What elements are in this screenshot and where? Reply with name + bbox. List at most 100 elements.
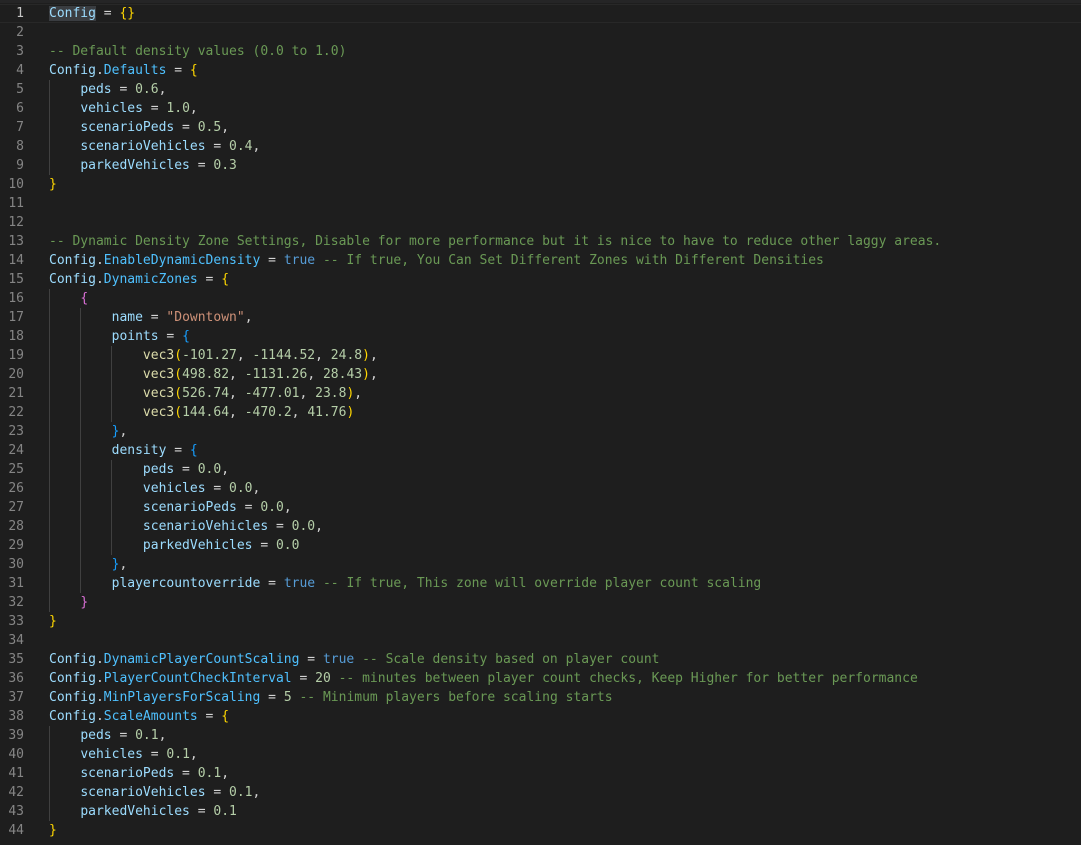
- code-line[interactable]: 17 name = "Downtown",: [0, 308, 1081, 327]
- code-line[interactable]: 1 Config = {}: [0, 4, 1081, 23]
- code-line[interactable]: 19 vec3(-101.27, -1144.52, 24.8),: [0, 346, 1081, 365]
- code-text: peds = 0.6,: [80, 82, 167, 97]
- line-number[interactable]: 2: [0, 23, 24, 42]
- code-line[interactable]: 5 peds = 0.6,: [0, 80, 1081, 99]
- line-number[interactable]: 17: [0, 308, 24, 327]
- code-line[interactable]: 27 scenarioPeds = 0.0,: [0, 498, 1081, 517]
- line-number[interactable]: 21: [0, 384, 24, 403]
- line-number[interactable]: 13: [0, 232, 24, 251]
- code-line[interactable]: 21 vec3(526.74, -477.01, 23.8),: [0, 384, 1081, 403]
- code-line[interactable]: 2: [0, 23, 1081, 42]
- code-line[interactable]: 25 peds = 0.0,: [0, 460, 1081, 479]
- code-line[interactable]: 39 peds = 0.1,: [0, 726, 1081, 745]
- line-number[interactable]: 20: [0, 365, 24, 384]
- line-number[interactable]: 38: [0, 707, 24, 726]
- code-line[interactable]: 29 parkedVehicles = 0.0: [0, 536, 1081, 555]
- code-line[interactable]: 13 -- Dynamic Density Zone Settings, Disa…: [0, 232, 1081, 251]
- line-number[interactable]: 36: [0, 669, 24, 688]
- code-line[interactable]: 32 }: [0, 593, 1081, 612]
- code-line[interactable]: 44}: [0, 821, 1081, 840]
- code-line[interactable]: 23 },: [0, 422, 1081, 441]
- code-text: Config.EnableDynamicDensity = true -- If…: [49, 253, 824, 268]
- line-number[interactable]: 33: [0, 612, 24, 631]
- line-number[interactable]: 19: [0, 346, 24, 365]
- line-number[interactable]: 39: [0, 726, 24, 745]
- line-number[interactable]: 18: [0, 327, 24, 346]
- line-number[interactable]: 27: [0, 498, 24, 517]
- line-number[interactable]: 30: [0, 555, 24, 574]
- line-number[interactable]: 37: [0, 688, 24, 707]
- line-number[interactable]: 41: [0, 764, 24, 783]
- code-line[interactable]: 7 scenarioPeds = 0.5,: [0, 118, 1081, 137]
- code-text: scenarioPeds = 0.1,: [80, 766, 230, 781]
- line-number[interactable]: 16: [0, 289, 24, 308]
- code-text: points = {: [111, 329, 190, 344]
- line-number[interactable]: 25: [0, 460, 24, 479]
- code-line[interactable]: 28 scenarioVehicles = 0.0,: [0, 517, 1081, 536]
- line-number[interactable]: 11: [0, 194, 24, 213]
- code-text: Config = {}: [49, 6, 136, 21]
- code-text: -- Default density values (0.0 to 1.0): [49, 44, 347, 59]
- code-line[interactable]: 15 Config.DynamicZones = {: [0, 270, 1081, 289]
- code-line[interactable]: 14 Config.EnableDynamicDensity = true -- …: [0, 251, 1081, 270]
- line-number[interactable]: 42: [0, 783, 24, 802]
- code-editor[interactable]: 1 Config = {} 2 3 -- Default density values …: [0, 0, 1081, 845]
- line-number[interactable]: 23: [0, 422, 24, 441]
- line-number[interactable]: 32: [0, 593, 24, 612]
- code-text: Config.DynamicPlayerCountScaling = true …: [49, 652, 660, 667]
- line-number[interactable]: 10: [0, 175, 24, 194]
- code-line[interactable]: 35 Config.DynamicPlayerCountScaling = tru…: [0, 650, 1081, 669]
- code-line[interactable]: 31 playercountoverride = true -- If true…: [0, 574, 1081, 593]
- code-line[interactable]: 24 density = {: [0, 441, 1081, 460]
- line-number[interactable]: 4: [0, 61, 24, 80]
- code-line[interactable]: 36 Config.PlayerCountCheckInterval = 20 -…: [0, 669, 1081, 688]
- line-number[interactable]: 5: [0, 80, 24, 99]
- line-number[interactable]: 29: [0, 536, 24, 555]
- line-number[interactable]: 22: [0, 403, 24, 422]
- code-line[interactable]: 41 scenarioPeds = 0.1,: [0, 764, 1081, 783]
- code-line[interactable]: 42 scenarioVehicles = 0.1,: [0, 783, 1081, 802]
- line-number[interactable]: 35: [0, 650, 24, 669]
- code-line[interactable]: 38 Config.ScaleAmounts = {: [0, 707, 1081, 726]
- line-number[interactable]: 43: [0, 802, 24, 821]
- code-line[interactable]: 33}: [0, 612, 1081, 631]
- line-number[interactable]: 34: [0, 631, 24, 650]
- line-number[interactable]: 8: [0, 137, 24, 156]
- code-line[interactable]: 6 vehicles = 1.0,: [0, 99, 1081, 118]
- line-number[interactable]: 26: [0, 479, 24, 498]
- line-number[interactable]: 44: [0, 821, 24, 840]
- line-number[interactable]: 7: [0, 118, 24, 137]
- code-line[interactable]: 43 parkedVehicles = 0.1: [0, 802, 1081, 821]
- line-number[interactable]: 24: [0, 441, 24, 460]
- line-number[interactable]: 9: [0, 156, 24, 175]
- line-number[interactable]: 15: [0, 270, 24, 289]
- code-text: vec3(526.74, -477.01, 23.8),: [142, 386, 363, 401]
- code-line[interactable]: 30 },: [0, 555, 1081, 574]
- code-line[interactable]: 37 Config.MinPlayersForScaling = 5 -- Min…: [0, 688, 1081, 707]
- line-number[interactable]: 1: [0, 4, 24, 23]
- code-line[interactable]: 22 vec3(144.64, -470.2, 41.76): [0, 403, 1081, 422]
- code-text: playercountoverride = true -- If true, T…: [111, 576, 762, 591]
- code-line[interactable]: 8 scenarioVehicles = 0.4,: [0, 137, 1081, 156]
- code-line[interactable]: 16 {: [0, 289, 1081, 308]
- line-number[interactable]: 28: [0, 517, 24, 536]
- code-line[interactable]: 4 Config.Defaults = {: [0, 61, 1081, 80]
- line-number[interactable]: 6: [0, 99, 24, 118]
- code-line[interactable]: 3 -- Default density values (0.0 to 1.0): [0, 42, 1081, 61]
- line-number[interactable]: 14: [0, 251, 24, 270]
- code-line[interactable]: 26 vehicles = 0.0,: [0, 479, 1081, 498]
- code-line[interactable]: 40 vehicles = 0.1,: [0, 745, 1081, 764]
- code-text: Config.Defaults = {: [49, 63, 198, 78]
- line-number[interactable]: 12: [0, 213, 24, 232]
- code-line[interactable]: 9 parkedVehicles = 0.3: [0, 156, 1081, 175]
- line-number[interactable]: 40: [0, 745, 24, 764]
- code-line[interactable]: 11: [0, 194, 1081, 213]
- code-line[interactable]: 20 vec3(498.82, -1131.26, 28.43),: [0, 365, 1081, 384]
- code-line[interactable]: 10}: [0, 175, 1081, 194]
- code-text: scenarioVehicles = 0.1,: [80, 785, 261, 800]
- line-number[interactable]: 3: [0, 42, 24, 61]
- line-number[interactable]: 31: [0, 574, 24, 593]
- code-line[interactable]: 18 points = {: [0, 327, 1081, 346]
- code-line[interactable]: 12: [0, 213, 1081, 232]
- code-line[interactable]: 34: [0, 631, 1081, 650]
